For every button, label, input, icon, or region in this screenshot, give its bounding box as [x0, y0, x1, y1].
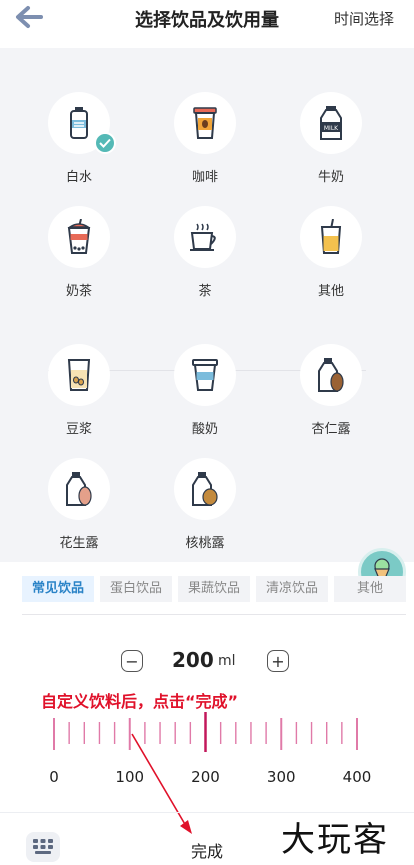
drink-circle — [300, 206, 362, 268]
drink-item-peanut[interactable]: 花生露 — [39, 458, 119, 551]
selected-check-icon — [94, 132, 116, 154]
coffee-cup-icon — [193, 107, 217, 139]
ruler-label: 100 — [115, 768, 144, 786]
tab-common[interactable]: 常见饮品 — [22, 576, 94, 602]
tabs-divider — [22, 614, 406, 615]
category-tabs: 常见饮品 蛋白饮品 果蔬饮品 清凉饮品 其他 — [22, 576, 406, 602]
tab-cooling[interactable]: 清凉饮品 — [256, 576, 328, 602]
other-drink-icon — [320, 219, 342, 254]
drink-item-milk[interactable]: MILK 牛奶 — [291, 92, 371, 185]
drink-label: 其他 — [317, 284, 344, 299]
ruler-label: 200 — [191, 768, 220, 786]
drink-label: 花生露 — [59, 536, 99, 551]
drink-label: 豆浆 — [65, 422, 92, 437]
time-select-button[interactable]: 时间选择 — [334, 8, 394, 29]
drink-item-other[interactable]: 其他 — [291, 206, 371, 299]
drink-circle — [174, 458, 236, 520]
almond-drink-icon — [318, 358, 344, 392]
ruler-label: 400 — [343, 768, 372, 786]
milk-tea-icon — [67, 219, 91, 254]
drink-label: 奶茶 — [65, 284, 92, 299]
drink-circle — [174, 206, 236, 268]
top-bar: 选择饮品及饮用量 时间选择 — [0, 0, 414, 38]
drink-circle — [174, 344, 236, 406]
drink-label: 白水 — [65, 170, 92, 185]
tea-cup-icon — [190, 223, 216, 251]
ruler-label: 0 — [49, 768, 59, 786]
drink-label: 茶 — [198, 284, 212, 299]
drink-circle — [48, 92, 116, 154]
ruler-label: 300 — [267, 768, 296, 786]
drink-item-coffee[interactable]: 咖啡 — [165, 92, 245, 185]
drink-item-walnut[interactable]: 核桃露 — [165, 458, 245, 551]
increase-button[interactable]: + — [267, 650, 289, 672]
walnut-drink-icon — [192, 472, 218, 506]
drink-item-milk-tea[interactable]: 奶茶 — [39, 206, 119, 299]
drink-item-almond[interactable]: 杏仁露 — [291, 344, 371, 437]
yogurt-icon — [192, 359, 218, 391]
water-bottle-icon — [70, 107, 88, 139]
drink-item-water[interactable]: 白水 — [39, 92, 119, 185]
watermark: 大玩客 — [281, 820, 389, 860]
drink-circle — [48, 206, 110, 268]
annotation-text: 自定义饮料后，点击“完成” — [41, 692, 239, 711]
drink-grid: 白水 咖啡 MILK 牛奶 奶茶 茶 其他 豆浆 酸奶 杏仁露 花生露 核桃露 — [0, 48, 414, 596]
decrease-button[interactable]: − — [121, 650, 143, 672]
amount-unit: ml — [218, 653, 236, 669]
drink-circle — [48, 344, 110, 406]
drink-item-tea[interactable]: 茶 — [165, 206, 245, 299]
amount-value: 200 — [172, 648, 214, 672]
tab-protein[interactable]: 蛋白饮品 — [100, 576, 172, 602]
amount-stepper: − 200 ml + — [0, 648, 414, 674]
drink-circle — [48, 458, 110, 520]
drink-label: 咖啡 — [191, 170, 218, 185]
milk-bottle-icon: MILK — [320, 106, 342, 140]
amount-ruler[interactable]: 0 100 200 300 400 — [0, 700, 414, 820]
drink-circle — [174, 92, 236, 154]
svg-text:MILK: MILK — [324, 125, 339, 132]
tab-fruit-veg[interactable]: 果蔬饮品 — [178, 576, 250, 602]
drink-circle: MILK — [300, 92, 362, 154]
drink-item-yogurt[interactable]: 酸奶 — [165, 344, 245, 437]
tab-other[interactable]: 其他 — [334, 576, 406, 602]
drink-label: 牛奶 — [317, 170, 344, 185]
drink-label: 核桃露 — [185, 536, 225, 551]
soy-milk-icon — [67, 359, 91, 391]
drink-item-soy-milk[interactable]: 豆浆 — [39, 344, 119, 437]
drink-label: 酸奶 — [191, 422, 218, 437]
drink-circle — [300, 344, 362, 406]
peanut-drink-icon — [66, 472, 92, 506]
drink-label: 杏仁露 — [311, 422, 351, 437]
